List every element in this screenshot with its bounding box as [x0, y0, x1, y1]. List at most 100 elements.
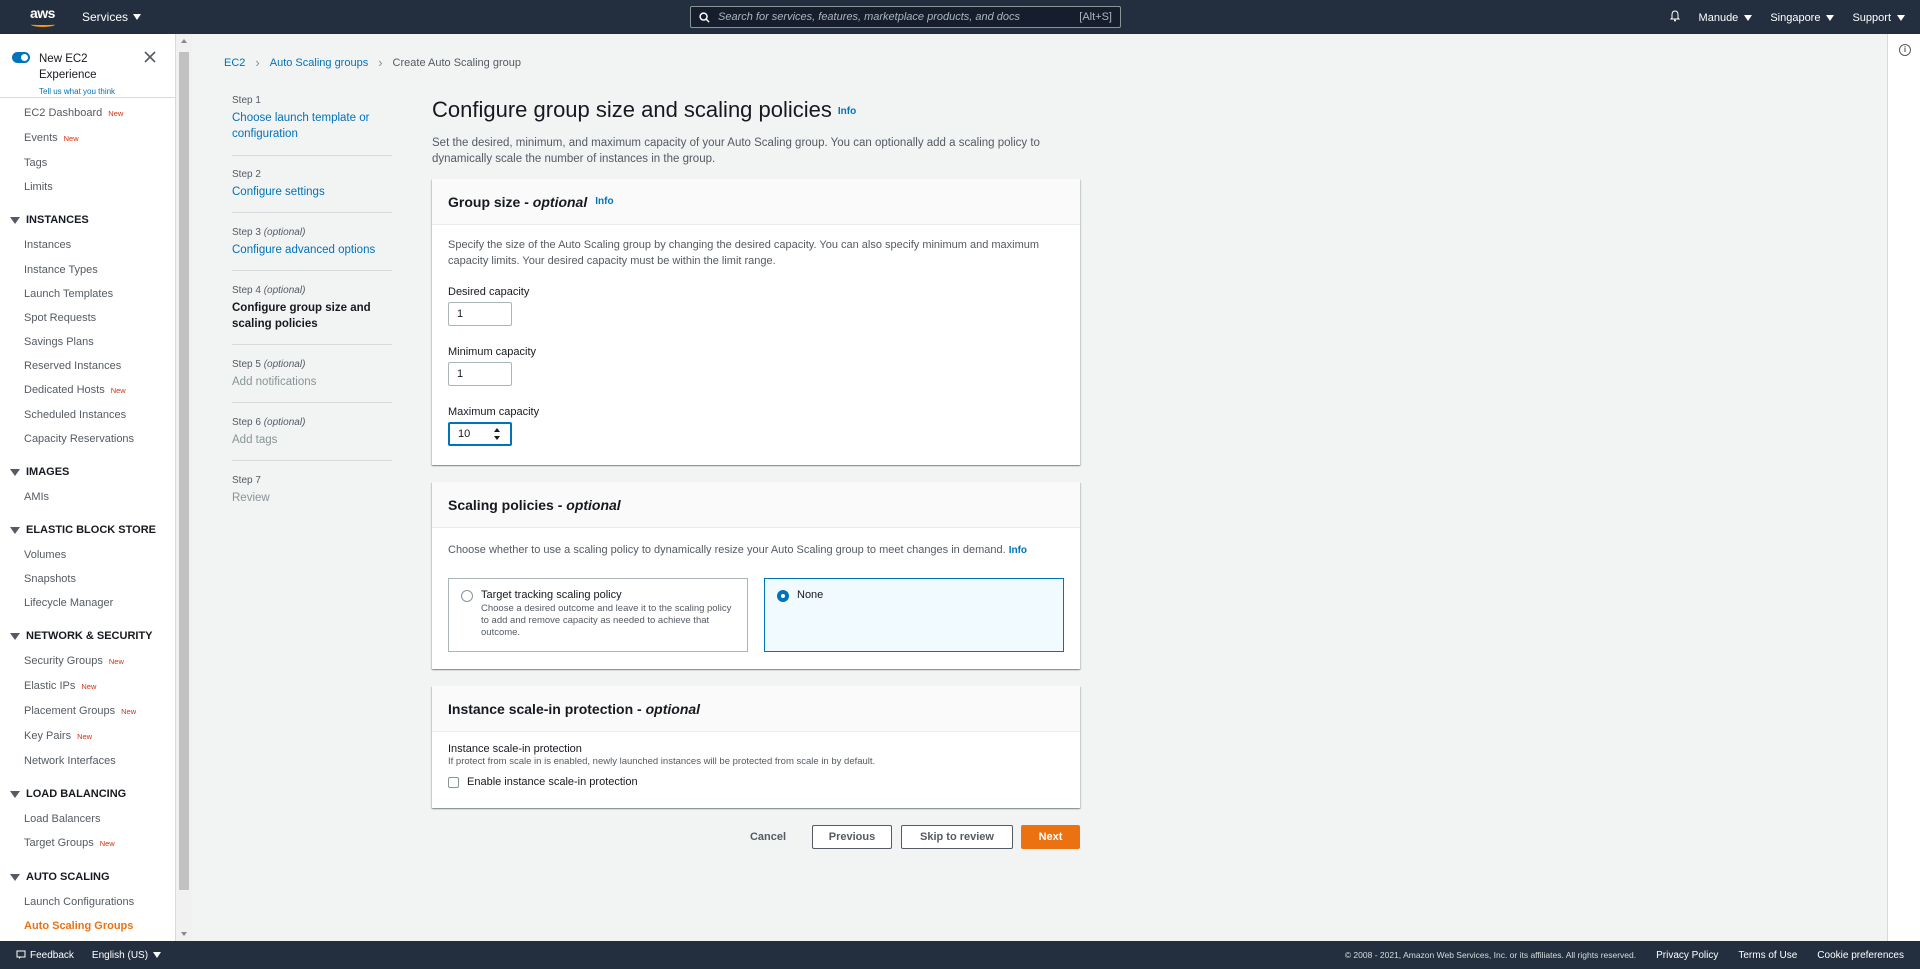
- sidebar-item-launch-templates[interactable]: Launch Templates: [24, 288, 113, 300]
- divider: [0, 97, 175, 98]
- sidebar-item-events[interactable]: Events New: [24, 132, 79, 144]
- bell-icon[interactable]: [1669, 10, 1681, 25]
- terms-of-use-link[interactable]: Terms of Use: [1738, 950, 1797, 961]
- previous-label: Previous: [828, 831, 876, 843]
- sidebar-item-instances[interactable]: Instances: [24, 239, 71, 251]
- target-tracking-option[interactable]: Target tracking scaling policy Choose a …: [448, 578, 748, 652]
- divider: [232, 402, 392, 403]
- skip-to-review-button[interactable]: Skip to review: [901, 825, 1013, 849]
- account-menu[interactable]: Manude: [1699, 12, 1753, 24]
- top-navigation: aws Services Search for services, featur…: [0, 0, 1920, 34]
- divider: [232, 212, 392, 213]
- sidebar-section-auto-scaling[interactable]: AUTO SCALING: [10, 871, 110, 883]
- triangle-down-icon: [10, 873, 20, 881]
- maximum-capacity-input[interactable]: 10: [448, 422, 512, 446]
- skip-label: Skip to review: [920, 831, 994, 843]
- section-title: NETWORK & SECURITY: [26, 630, 153, 642]
- cancel-button[interactable]: Cancel: [740, 825, 796, 849]
- global-search-input[interactable]: Search for services, features, marketpla…: [690, 6, 1121, 28]
- sidebar-section-ebs[interactable]: ELASTIC BLOCK STORE: [10, 524, 156, 536]
- sidebar-item-amis[interactable]: AMIs: [24, 491, 49, 503]
- sidebar-item-scheduled-instances[interactable]: Scheduled Instances: [24, 409, 126, 421]
- step-link[interactable]: Choose launch template or configuration: [232, 110, 392, 142]
- scrollbar-thumb[interactable]: [179, 52, 189, 890]
- support-menu[interactable]: Support: [1852, 12, 1905, 24]
- sidebar-item-network-interfaces[interactable]: Network Interfaces: [24, 755, 116, 767]
- sidebar-item-launch-configurations[interactable]: Launch Configurations: [24, 896, 134, 908]
- sidebar-item-savings-plans[interactable]: Savings Plans: [24, 336, 94, 348]
- sidebar-scrollbar[interactable]: [176, 34, 192, 941]
- caret-down-icon: [153, 952, 162, 958]
- sidebar-item-placement-groups[interactable]: Placement Groups New: [24, 705, 136, 717]
- radio-checked[interactable]: [777, 590, 789, 602]
- stepper-icon[interactable]: [494, 428, 502, 440]
- sidebar-item-capacity-reservations[interactable]: Capacity Reservations: [24, 433, 134, 445]
- services-menu-button[interactable]: Services: [82, 10, 142, 24]
- desired-capacity-label: Desired capacity: [448, 286, 530, 298]
- sidebar-section-network-security[interactable]: NETWORK & SECURITY: [10, 630, 153, 642]
- sidebar-item-key-pairs[interactable]: Key Pairs New: [24, 730, 92, 742]
- sidebar-item-auto-scaling-groups[interactable]: Auto Scaling Groups: [24, 920, 133, 932]
- sidebar-item-volumes[interactable]: Volumes: [24, 549, 66, 561]
- section-title: AUTO SCALING: [26, 871, 110, 883]
- sidebar-item-load-balancers[interactable]: Load Balancers: [24, 813, 100, 825]
- sidebar-item-label: Limits: [24, 181, 53, 193]
- none-option[interactable]: None: [764, 578, 1064, 652]
- minimum-capacity-input[interactable]: 1: [448, 362, 512, 386]
- sidebar-item-label: Security Groups: [24, 655, 103, 667]
- previous-button[interactable]: Previous: [812, 825, 892, 849]
- step-link[interactable]: Configure settings: [232, 184, 392, 200]
- sidebar-item-instance-types[interactable]: Instance Types: [24, 264, 98, 276]
- next-button[interactable]: Next: [1021, 825, 1080, 849]
- group-size-panel: Group size - optional Info Specify the s…: [432, 179, 1080, 465]
- group-size-info-link[interactable]: Info: [595, 196, 613, 207]
- sidebar-item-ec2-dashboard[interactable]: EC2 Dashboard New: [24, 107, 123, 119]
- close-icon[interactable]: [143, 50, 157, 64]
- new-badge: New: [81, 682, 97, 691]
- desired-capacity-input[interactable]: 1: [448, 302, 512, 326]
- sidebar-section-images[interactable]: IMAGES: [10, 466, 69, 478]
- sidebar-item-lifecycle-manager[interactable]: Lifecycle Manager: [24, 597, 113, 609]
- sidebar-item-spot-requests[interactable]: Spot Requests: [24, 312, 96, 324]
- info-icon[interactable]: i: [1899, 44, 1911, 56]
- scale-in-checkbox[interactable]: [448, 777, 459, 788]
- feedback-link[interactable]: Tell us what you think: [39, 87, 115, 96]
- language-selector[interactable]: English (US): [92, 950, 162, 961]
- breadcrumb-ec2-link[interactable]: EC2: [224, 57, 245, 69]
- scale-in-checkbox-label[interactable]: Enable instance scale-in protection: [467, 776, 638, 788]
- scroll-down-arrow-icon[interactable]: [181, 932, 187, 936]
- scroll-up-arrow-icon[interactable]: [181, 39, 187, 43]
- sidebar-item-label: Events: [24, 132, 58, 144]
- sidebar-item-label: Placement Groups: [24, 705, 116, 717]
- wizard-step-5: Step 5 (optional) Add notifications: [232, 359, 392, 390]
- sidebar-item-snapshots[interactable]: Snapshots: [24, 573, 76, 585]
- step-link[interactable]: Configure advanced options: [232, 242, 392, 258]
- scale-in-label: Instance scale-in protection: [448, 743, 582, 755]
- privacy-policy-link[interactable]: Privacy Policy: [1656, 950, 1718, 961]
- feedback-button[interactable]: Feedback: [16, 950, 74, 961]
- sidebar-item-elastic-ips[interactable]: Elastic IPs New: [24, 680, 96, 692]
- panel-optional: optional: [532, 193, 588, 210]
- cookie-preferences-link[interactable]: Cookie preferences: [1817, 950, 1904, 961]
- breadcrumb-asg-link[interactable]: Auto Scaling groups: [270, 57, 368, 69]
- sidebar-item-limits[interactable]: Limits: [24, 181, 53, 193]
- panel-optional: optional: [645, 700, 701, 717]
- sidebar-item-label: AMIs: [24, 491, 50, 503]
- triangle-down-icon: [10, 526, 20, 534]
- region-menu[interactable]: Singapore: [1770, 12, 1835, 24]
- sidebar-item-label: Elastic IPs: [24, 680, 76, 692]
- sidebar-item-security-groups[interactable]: Security Groups New: [24, 655, 124, 667]
- scaling-info-link[interactable]: Info: [1009, 545, 1027, 556]
- sidebar-item-label: Volumes: [24, 549, 67, 561]
- page-info-link[interactable]: Info: [838, 106, 856, 117]
- sidebar-item-reserved-instances[interactable]: Reserved Instances: [24, 360, 121, 372]
- sidebar-section-instances[interactable]: INSTANCES: [10, 214, 89, 226]
- new-experience-toggle[interactable]: [12, 52, 30, 63]
- sidebar-item-tags[interactable]: Tags: [24, 157, 47, 169]
- radio-unchecked[interactable]: [461, 590, 473, 602]
- sidebar-item-target-groups[interactable]: Target Groups New: [24, 837, 115, 849]
- sidebar-item-dedicated-hosts[interactable]: Dedicated Hosts New: [24, 384, 126, 396]
- step-label-disabled: Add notifications: [232, 376, 317, 388]
- sidebar-section-load-balancing[interactable]: LOAD BALANCING: [10, 788, 126, 800]
- aws-logo[interactable]: aws: [30, 5, 58, 27]
